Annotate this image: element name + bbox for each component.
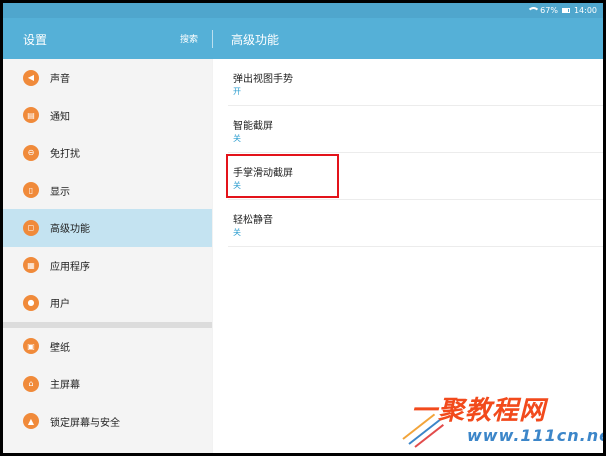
sidebar-item-label: 高级功能 (50, 224, 90, 236)
clock: 14:00 (573, 6, 597, 15)
lock-icon: ▲ (23, 413, 39, 430)
sidebar-item-label: 免打扰 (50, 149, 80, 161)
setting-row-easy-mute[interactable]: 轻松静音 关 (228, 200, 603, 247)
sidebar-item-label: 锁定屏幕与安全 (50, 417, 120, 429)
sidebar-item-display[interactable]: ▯ 显示 (3, 172, 212, 210)
settings-title: 设置 (23, 33, 48, 47)
sidebar-item-label: 显示 (50, 186, 70, 198)
advanced-features-icon: ◻ (23, 219, 39, 236)
page-title: 高级功能 (231, 33, 280, 47)
watermark-url: www.111cn.net (467, 426, 603, 445)
search-button[interactable]: 搜索 (180, 32, 198, 45)
status-bar: 67% 14:00 (3, 3, 603, 18)
speaker-icon: ◀ (23, 69, 39, 86)
highlight-annotation-box (226, 154, 339, 198)
settings-sidebar: ◀ 声音 ▤ 通知 ⊖ 免打扰 ▯ 显示 ◻ 高级功能 ▦ 应用程序 ● 用户 (3, 59, 212, 453)
setting-title: 弹出视图手势 (233, 74, 293, 85)
setting-title: 智能截屏 (233, 121, 273, 132)
appbar-divider (212, 30, 213, 48)
setting-status: 关 (233, 228, 241, 237)
wifi-icon (527, 7, 541, 14)
setting-status: 关 (233, 134, 241, 143)
sidebar-item-label: 主屏幕 (50, 380, 80, 392)
setting-row-smart-capture[interactable]: 智能截屏 关 (228, 106, 603, 153)
notification-icon: ▤ (23, 107, 39, 124)
sidebar-item-advanced-features[interactable]: ◻ 高级功能 (3, 209, 212, 247)
sidebar-item-do-not-disturb[interactable]: ⊖ 免打扰 (3, 134, 212, 172)
setting-title: 轻松静音 (233, 215, 273, 226)
watermark: 一聚教程网 www.111cn.net (402, 388, 603, 448)
app-bar: 设置 搜索 高级功能 (3, 18, 603, 59)
sidebar-item-label: 壁纸 (50, 342, 70, 354)
sidebar-item-notifications[interactable]: ▤ 通知 (3, 97, 212, 135)
apps-grid-icon: ▦ (23, 257, 39, 274)
wallpaper-icon: ▣ (23, 338, 39, 355)
sidebar-item-label: 通知 (50, 111, 70, 123)
sidebar-item-users[interactable]: ● 用户 (3, 284, 212, 322)
sidebar-item-label: 声音 (50, 74, 70, 86)
users-icon: ● (23, 294, 39, 311)
sidebar-item-wallpaper[interactable]: ▣ 壁纸 (3, 328, 212, 366)
home-icon: ⌂ (23, 375, 39, 392)
battery-icon (561, 8, 570, 13)
sidebar-item-label: 应用程序 (50, 261, 90, 273)
watermark-logo-text: 一聚教程网 (411, 396, 547, 426)
setting-status: 开 (233, 87, 241, 96)
sidebar-item-home-screen[interactable]: ⌂ 主屏幕 (3, 365, 212, 403)
do-not-disturb-icon: ⊖ (23, 144, 39, 161)
setting-row-popup-view-gesture[interactable]: 弹出视图手势 开 (228, 59, 603, 106)
display-icon: ▯ (23, 182, 39, 199)
sidebar-item-sound[interactable]: ◀ 声音 (3, 59, 212, 97)
sidebar-item-lock-screen[interactable]: ▲ 锁定屏幕与安全 (3, 403, 212, 441)
settings-screen: 67% 14:00 设置 搜索 高级功能 ◀ 声音 ▤ 通知 ⊖ 免打扰 ▯ 显… (3, 3, 603, 453)
battery-percent: 67% (540, 6, 558, 15)
sidebar-item-label: 用户 (50, 299, 70, 311)
sidebar-item-apps[interactable]: ▦ 应用程序 (3, 247, 212, 285)
